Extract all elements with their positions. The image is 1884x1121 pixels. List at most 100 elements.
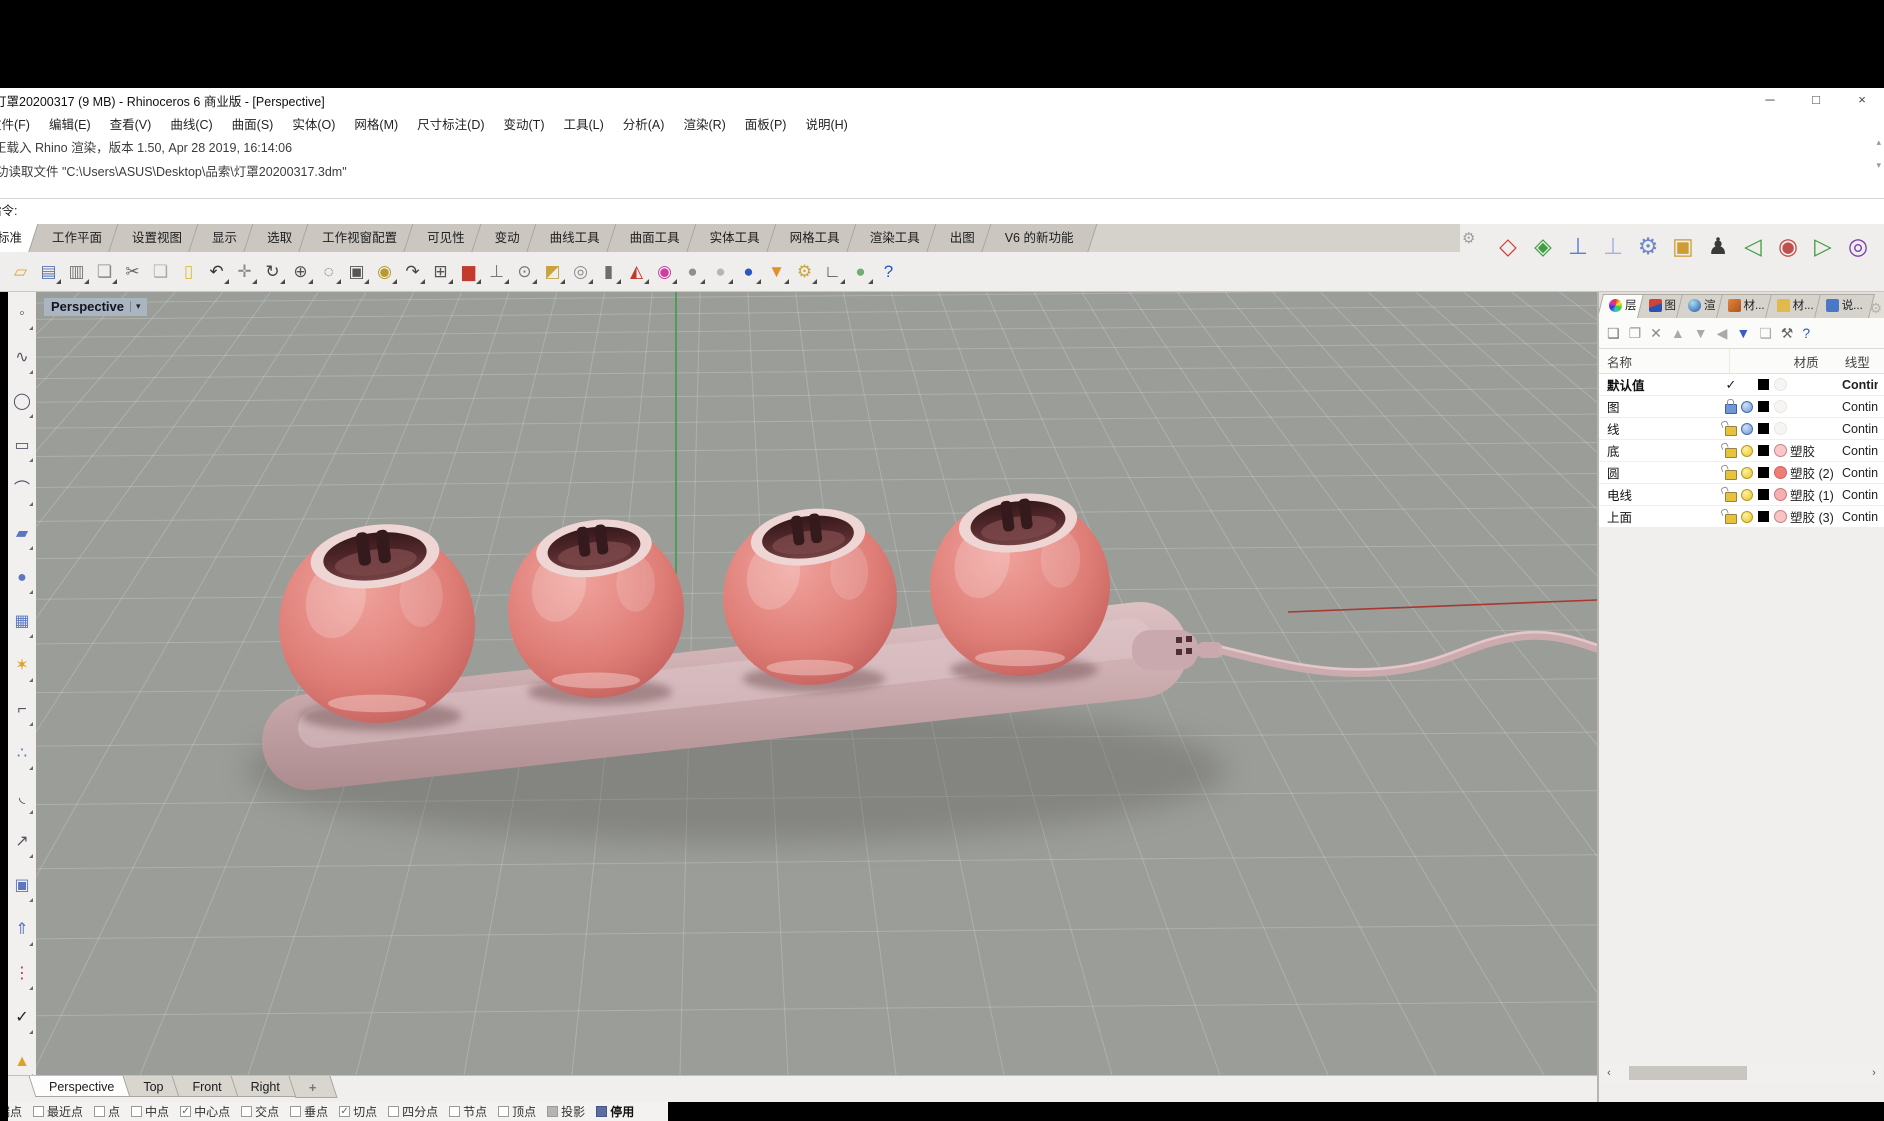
osnap-切点[interactable]: ✓切点 (339, 1103, 377, 1120)
osnap-checkbox[interactable] (94, 1106, 105, 1117)
material-swatch[interactable] (1774, 444, 1787, 457)
zoom-lens-icon[interactable]: ◉ (1774, 231, 1802, 261)
circle-center-icon[interactable]: ⊙ (512, 259, 537, 285)
material-swatch[interactable] (1774, 466, 1787, 479)
zoom-selected-icon[interactable]: ◉ (372, 259, 397, 285)
toolbar-tab-9[interactable]: 曲线工具 (535, 224, 615, 252)
material-swatch[interactable] (1774, 378, 1787, 391)
osnap-checkbox[interactable] (33, 1106, 44, 1117)
layer-row-电线[interactable]: 电线塑胶 (1)Continuous (1599, 484, 1884, 506)
osnap-checkbox[interactable] (449, 1106, 460, 1117)
fillet-icon[interactable]: ◟ (8, 776, 36, 820)
viewport-title-dropdown-icon[interactable]: ▾ (130, 301, 141, 312)
osnap-checkbox[interactable] (290, 1106, 301, 1117)
rendered-view-icon[interactable]: ● (736, 259, 761, 285)
osnap-checkbox[interactable] (388, 1106, 399, 1117)
group-icon[interactable]: ∴ (8, 732, 36, 776)
next-view-icon[interactable]: ▷ (1809, 231, 1837, 261)
panel-horizontal-scrollbar[interactable]: ‹ › (1601, 1063, 1882, 1083)
layer-row-底[interactable]: 底塑胶Continuous (1599, 440, 1884, 462)
osnap-checkbox[interactable]: ✓ (180, 1106, 191, 1117)
minimize-button[interactable]: ─ (1762, 92, 1778, 107)
layer-color-swatch[interactable] (1758, 445, 1769, 456)
layer-row-默认值[interactable]: 默认值✓Continuous (1599, 374, 1884, 396)
menu-item-3[interactable]: 查看(V) (110, 114, 152, 133)
rectangle-icon[interactable]: ▭ (8, 424, 36, 468)
move-left-icon[interactable]: ◀ (1717, 325, 1728, 342)
toolbar-tab-6[interactable]: 工作视窗配置 (307, 224, 412, 252)
menu-item-12[interactable]: 渲染(R) (683, 114, 725, 133)
ghosted-view-icon[interactable]: ● (708, 259, 733, 285)
viewport-tab-top[interactable]: Top (130, 1076, 176, 1099)
delete-layer-icon[interactable]: ✕ (1650, 325, 1662, 342)
close-button[interactable]: × (1854, 92, 1870, 107)
display-mode-icon[interactable]: ◭ (624, 259, 649, 285)
toolbar-tab-7[interactable]: 可见性 (412, 224, 480, 252)
layer-color-swatch[interactable] (1758, 379, 1769, 390)
lock-icon[interactable] (1725, 404, 1737, 414)
layer-visibility-bulb-icon[interactable] (1741, 401, 1753, 413)
menu-item-2[interactable]: 编辑(E) (49, 114, 91, 133)
toolbar-tab-2[interactable]: 工作平面 (37, 224, 117, 252)
layer-row-线[interactable]: 线Continuous (1599, 418, 1884, 440)
layer-row-圆[interactable]: 圆塑胶 (2)Continuous (1599, 462, 1884, 484)
mesh-icon[interactable]: ▦ (8, 600, 36, 644)
osnap-checkbox[interactable] (498, 1106, 509, 1117)
layer-color-swatch[interactable] (1758, 401, 1769, 412)
tab-layers[interactable]: 层 (1603, 293, 1643, 318)
trim-icon[interactable]: ⌐ (8, 688, 36, 732)
array-icon[interactable]: ⋮ (8, 952, 36, 996)
mannequin-icon[interactable]: ♟ (1704, 231, 1732, 261)
menu-item-8[interactable]: 尺寸标注(D) (417, 114, 484, 133)
move-down-icon[interactable]: ▼ (1694, 325, 1708, 341)
osnap-checkbox[interactable] (596, 1106, 607, 1117)
extrude-icon[interactable]: ⇑ (8, 908, 36, 952)
magnifier-icon[interactable]: ◎ (1844, 231, 1872, 261)
explode-icon[interactable]: ✶ (8, 644, 36, 688)
menu-item-11[interactable]: 分析(A) (623, 114, 665, 133)
toolbar-tab-11[interactable]: 实体工具 (695, 224, 775, 252)
osnap-最近点[interactable]: 最近点 (33, 1103, 83, 1120)
duplicate-layer-icon[interactable]: ❐ (1629, 325, 1642, 342)
material-swatch[interactable] (1774, 510, 1787, 523)
layer-row-图[interactable]: 图Continuous (1599, 396, 1884, 418)
zoom-extents-icon[interactable]: ▣ (344, 259, 369, 285)
shaded-cube-icon[interactable]: ◈ (1529, 231, 1557, 261)
osnap-垂点[interactable]: 垂点 (290, 1103, 328, 1120)
move-icon[interactable]: ↗ (8, 820, 36, 864)
osnap-停用[interactable]: 停用 (596, 1103, 634, 1120)
lock-icon[interactable] (1725, 426, 1737, 436)
options-gear-icon[interactable]: ⚙ (1462, 229, 1475, 247)
lock-icon[interactable] (1725, 514, 1737, 524)
scrollbar-thumb[interactable] (1629, 1066, 1747, 1080)
layer-visibility-bulb-icon[interactable] (1741, 423, 1753, 435)
history-icon[interactable]: ∟ (820, 259, 845, 285)
layer-tools-icon[interactable]: ⚒ (1781, 325, 1794, 342)
menu-item-14[interactable]: 说明(H) (805, 114, 847, 133)
menu-item-6[interactable]: 实体(O) (292, 114, 335, 133)
color-wheel-icon[interactable]: ◉ (652, 259, 677, 285)
menu-item-4[interactable]: 曲线(C) (170, 114, 212, 133)
toolbar-tab-15[interactable]: V6 的新功能 (990, 224, 1089, 252)
panel-options-gear-icon[interactable]: ⚙ (1869, 300, 1882, 317)
osnap-中点[interactable]: 中点 (131, 1103, 169, 1120)
gears-icon[interactable]: ⚙ (792, 259, 817, 285)
layer-color-swatch[interactable] (1758, 423, 1769, 434)
osnap-交点[interactable]: 交点 (241, 1103, 279, 1120)
osnap-点[interactable]: 点 (94, 1103, 120, 1120)
osnap-checkbox[interactable] (241, 1106, 252, 1117)
copy-icon[interactable]: ❏ (148, 259, 173, 285)
tab-materials[interactable]: 材... (1722, 293, 1771, 318)
cplane-icon[interactable]: ⊥ (484, 259, 509, 285)
edit-box-icon[interactable]: ▣ (1669, 231, 1697, 261)
point-icon[interactable]: ◦ (8, 292, 36, 336)
cone-icon[interactable]: ▲ (8, 1040, 36, 1075)
layer-row-上面[interactable]: 上面塑胶 (3)Continuous (1599, 506, 1884, 528)
undo-icon[interactable]: ↶ (204, 259, 229, 285)
rotate-cube-icon[interactable]: ◇ (1494, 231, 1522, 261)
toolbar-tab-10[interactable]: 曲面工具 (615, 224, 695, 252)
move-up-icon[interactable]: ▲ (1671, 325, 1685, 341)
layer-visibility-bulb-icon[interactable] (1741, 489, 1753, 501)
viewport-tab-perspective[interactable]: Perspective (36, 1076, 127, 1099)
layer-visibility-bulb-icon[interactable] (1741, 445, 1753, 457)
